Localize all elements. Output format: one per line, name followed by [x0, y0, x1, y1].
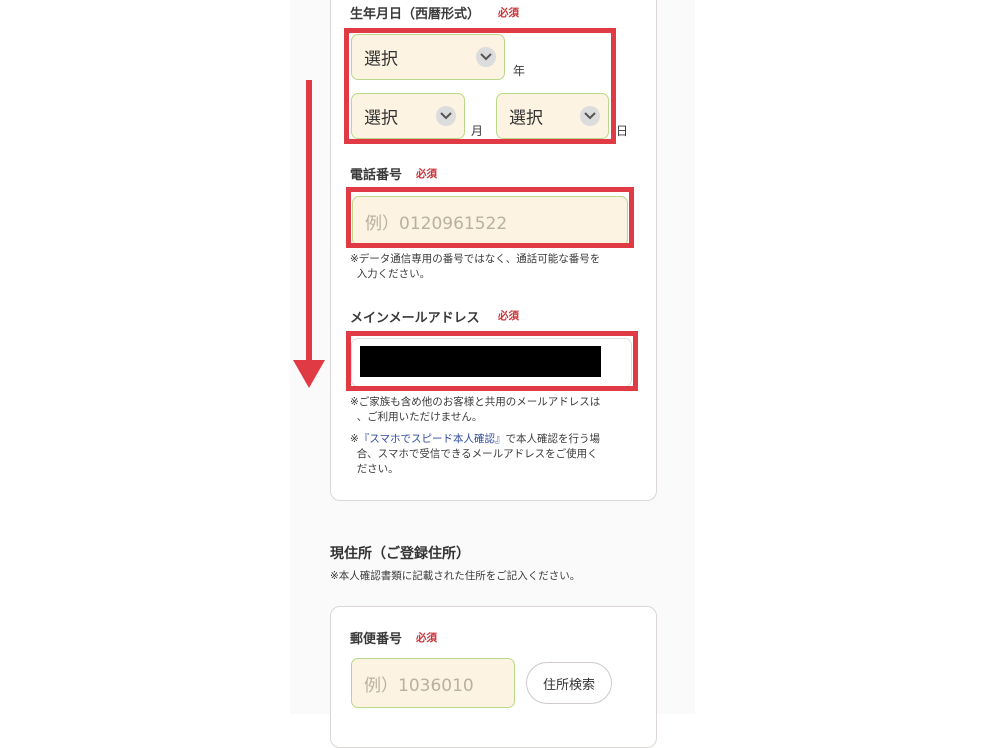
address-search-button[interactable]: 住所検索 — [526, 662, 612, 704]
email-highlight-box — [346, 331, 638, 391]
birthdate-required-badge: 必須 — [498, 7, 519, 19]
address-note: ※本人確認書類に記載された住所をご記入ください。 — [330, 570, 581, 582]
phone-highlight-box — [346, 187, 634, 248]
address-section-title: 現住所（ご登録住所） — [330, 546, 470, 562]
email-required-badge: 必須 — [498, 310, 519, 322]
scroll-down-arrow — [306, 80, 312, 365]
email-label: メインメールアドレス — [350, 311, 480, 326]
day-unit: 日 — [616, 124, 629, 138]
postal-required-badge: 必須 — [416, 632, 437, 644]
postal-code-input[interactable]: 例）1036010 — [351, 658, 515, 708]
birthdate-label: 生年月日（西暦形式） — [350, 7, 481, 22]
phone-required-badge: 必須 — [416, 168, 437, 180]
email-note-smartphone: ※『スマホでスピード本人確認』で本人確認を行う場 合、スマホで受信できるメールア… — [350, 433, 600, 475]
postal-code-label: 郵便番号 — [350, 632, 403, 647]
birthdate-highlight-box — [344, 28, 616, 144]
phone-label: 電話番号 — [350, 168, 403, 183]
email-note-shared: ※ご家族も含め他のお客様と共用のメールアドレスは 、ご利用いただけません。 — [350, 396, 601, 423]
speed-verification-link[interactable]: 『スマホでスピード本人確認』 — [359, 433, 506, 445]
arrow-head-icon — [293, 360, 325, 388]
phone-note: ※データ通信専用の番号ではなく、通話可能な番号を 入力ください。 — [350, 253, 601, 280]
